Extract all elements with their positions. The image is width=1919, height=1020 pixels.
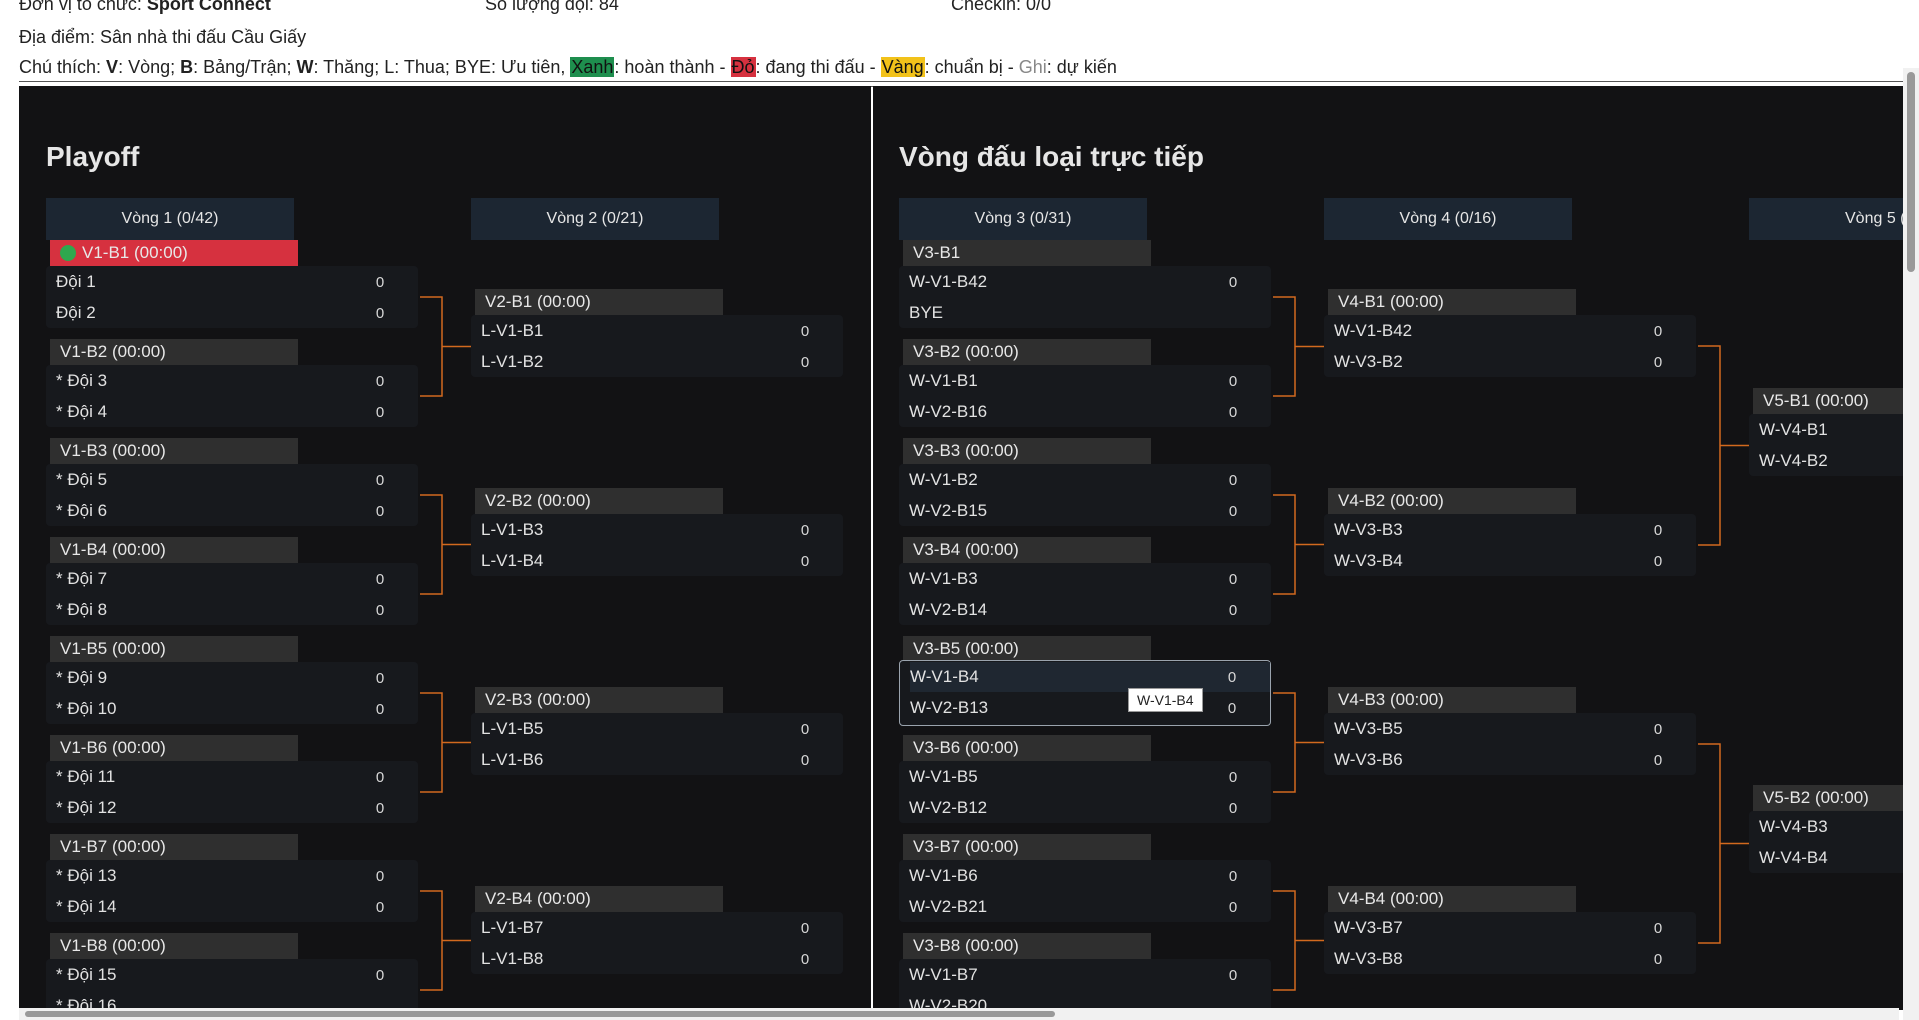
legend-red: Đỏ xyxy=(730,57,756,77)
legend-red-text: : đang thi đấu - xyxy=(755,57,881,77)
vertical-scrollbar-thumb[interactable] xyxy=(1907,72,1915,272)
venue: Địa điểm: Sân nhà thi đấu Cầu Giấy xyxy=(19,27,307,47)
legend-yellow-text: : chuẩn bị - xyxy=(924,57,1019,77)
legend-prefix: Chú thích: xyxy=(19,57,107,77)
vertical-scrollbar[interactable] xyxy=(1903,68,1919,1020)
checkin-count: Checkin: 0/0 xyxy=(951,0,1052,14)
bracket-connector xyxy=(1273,296,1324,397)
legend-v-key: V xyxy=(106,57,119,77)
legend-b-key: B xyxy=(180,57,194,77)
bracket-connector xyxy=(420,494,471,595)
horizontal-scrollbar[interactable] xyxy=(19,1008,1899,1020)
legend: Chú thích: V: Vòng; B: Bảng/Trận; W: Thă… xyxy=(19,57,1117,78)
bracket-connector xyxy=(420,296,471,397)
legend-b-text: : Bảng/Trận; xyxy=(193,57,297,77)
bracket-connector xyxy=(1273,890,1324,991)
organizer-value: Sport Connect xyxy=(146,0,271,14)
legend-green-text: : hoàn thành - xyxy=(614,57,731,77)
bracket-connector xyxy=(1273,494,1324,595)
knockout-panel: Vòng đấu loại trực tiếp Vòng 3 (0/31) Vò… xyxy=(873,86,1903,1010)
bracket-connector xyxy=(1273,692,1324,793)
bracket-connector xyxy=(1698,345,1749,546)
legend-w-text: : Thăng; L: Thua; BYE: Ưu tiên, xyxy=(313,57,571,77)
bracket-connector xyxy=(420,692,471,793)
legend-note-text: : dự kiến xyxy=(1046,57,1117,77)
organizer-label: Đơn vị tổ chức: xyxy=(19,0,147,14)
legend-green: Xanh xyxy=(570,57,615,77)
team-count: Số lượng đội: 84 xyxy=(485,0,619,14)
knockout-connectors xyxy=(1273,296,1749,991)
organizer-line: Đơn vị tổ chức: Sport Connect xyxy=(19,0,271,15)
legend-yellow: Vàng xyxy=(880,57,925,77)
tooltip: W-V1-B4 xyxy=(1128,688,1203,712)
legend-note: Ghi xyxy=(1018,57,1047,77)
playoff-connectors xyxy=(420,296,471,991)
legend-v-text: : Vòng; xyxy=(118,57,181,77)
bracket-connector xyxy=(420,890,471,991)
playoff-panel: Playoff Vòng 1 (0/42) Vòng 2 (0/21) V1-B… xyxy=(19,86,871,1010)
horizontal-scrollbar-thumb[interactable] xyxy=(25,1011,1055,1017)
legend-w-key: W xyxy=(296,57,314,77)
bracket-connector xyxy=(1698,743,1749,944)
